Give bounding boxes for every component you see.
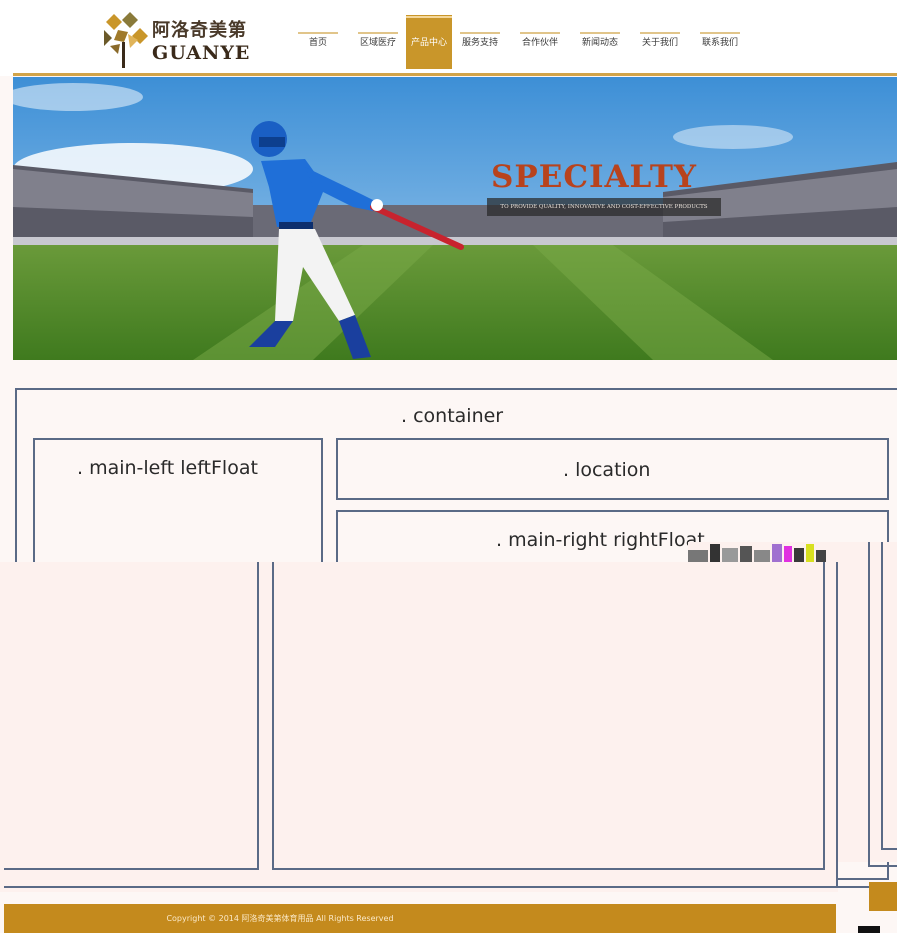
logo-chinese-text: 阿洛奇美第 <box>152 20 247 41</box>
nav-item-regional-medical[interactable]: 区域医疗 <box>348 15 408 69</box>
main-right-label: . main-right rightFloat <box>496 529 705 551</box>
banner-title: SPECIALTY <box>491 159 698 195</box>
glitch-edge-inner-box <box>881 542 897 850</box>
nav-item-news[interactable]: 新闻动态 <box>570 15 630 69</box>
nav-item-contact[interactable]: 联系我们 <box>690 15 750 69</box>
footer-copyright: Copyright © 2014 阿洛奇美第体育用品 All Rights Re… <box>166 914 394 923</box>
glitch-container-box <box>4 562 838 888</box>
render-artifact <box>858 926 880 933</box>
hero-banner: SPECIALTY TO PROVIDE QUALITY, INNOVATIVE… <box>13 77 897 360</box>
page: 阿洛奇美第 GUANYE 首页 区域医疗 产品中心 服务支持 合作伙伴 新闻动态… <box>0 0 897 933</box>
logo-mark-icon <box>104 12 148 68</box>
nav-item-products[interactable]: 产品中心 <box>406 15 452 69</box>
main-left-label: . main-left leftFloat <box>77 457 258 479</box>
footer-fragment <box>869 882 897 911</box>
glitch-noise-strip <box>688 542 838 562</box>
site-header: 阿洛奇美第 GUANYE 首页 区域医疗 产品中心 服务支持 合作伙伴 新闻动态… <box>0 0 897 76</box>
nav-item-service[interactable]: 服务支持 <box>450 15 510 69</box>
logo[interactable]: 阿洛奇美第 GUANYE <box>100 8 260 70</box>
stadium-scene-image <box>13 77 897 360</box>
logo-english-text: GUANYE <box>152 42 251 64</box>
main-navigation: 首页 区域医疗 产品中心 服务支持 合作伙伴 新闻动态 关于我们 联系我们 <box>288 15 750 69</box>
nav-item-about[interactable]: 关于我们 <box>630 15 690 69</box>
location-label: . location <box>563 459 651 481</box>
site-footer: Copyright © 2014 阿洛奇美第体育用品 All Rights Re… <box>4 904 836 933</box>
header-divider <box>13 73 897 76</box>
banner-subtitle: TO PROVIDE QUALITY, INNOVATIVE AND COST-… <box>487 198 721 216</box>
container-label: . container <box>401 405 504 427</box>
nav-item-home[interactable]: 首页 <box>288 15 348 69</box>
nav-item-partners[interactable]: 合作伙伴 <box>510 15 570 69</box>
